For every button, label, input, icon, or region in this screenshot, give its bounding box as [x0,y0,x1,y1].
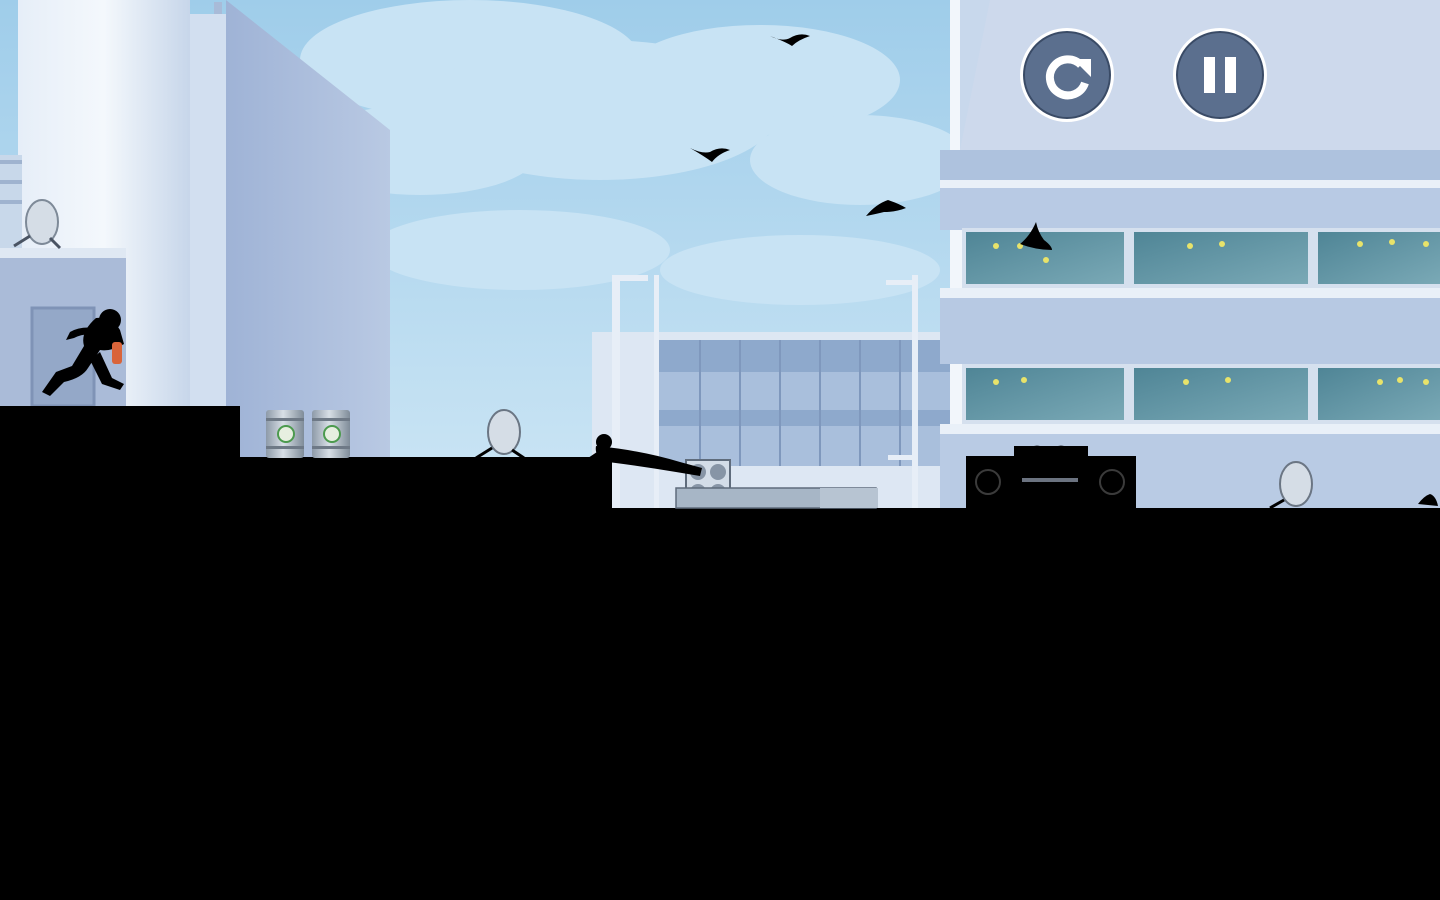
game-world [0,0,1440,900]
restart-button[interactable]: Restart [1020,28,1114,122]
game-scene[interactable]: Restart Pause [0,0,1440,900]
pause-button[interactable]: Pause [1173,28,1267,122]
restart-icon [1045,55,1091,100]
pause-icon [1204,57,1236,93]
clouds [300,0,970,305]
